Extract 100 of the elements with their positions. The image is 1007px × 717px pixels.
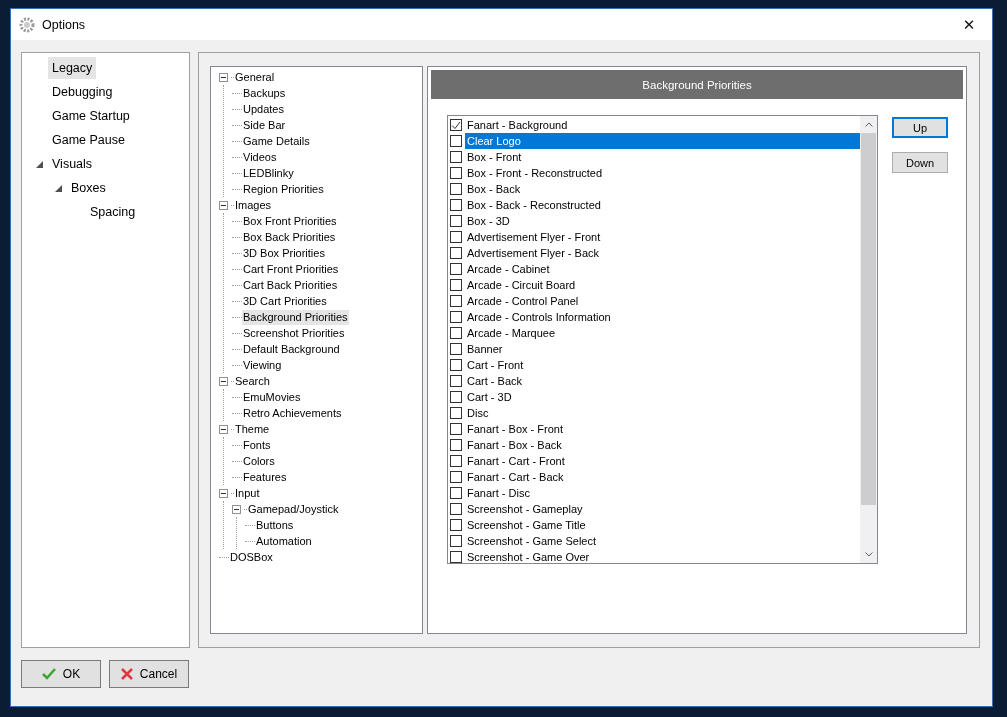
tree-item[interactable]: Fonts — [242, 437, 272, 453]
checkbox[interactable] — [450, 407, 462, 419]
collapse-icon[interactable] — [219, 424, 228, 434]
checkbox[interactable] — [450, 167, 462, 179]
tree-item[interactable]: Box Front Priorities — [242, 213, 338, 229]
tree-item[interactable]: Background Priorities — [242, 309, 349, 325]
tree-item[interactable]: Default Background — [242, 341, 341, 357]
checkbox[interactable] — [450, 135, 462, 147]
list-item[interactable]: Fanart - Cart - Back — [465, 469, 860, 485]
nav-item[interactable]: Game Pause — [48, 129, 129, 151]
list-item[interactable]: Screenshot - Game Select — [465, 533, 860, 549]
tree-item[interactable]: Theme — [234, 421, 271, 437]
collapse-icon[interactable] — [219, 200, 228, 210]
list-item[interactable]: Cart - Front — [465, 357, 860, 373]
tree-item[interactable]: Buttons — [255, 517, 295, 533]
checkbox[interactable] — [450, 359, 462, 371]
tree-item[interactable]: Cart Front Priorities — [242, 261, 340, 277]
tree-item[interactable]: Game Details — [242, 133, 311, 149]
list-item[interactable]: Arcade - Controls Information — [465, 309, 860, 325]
list-item[interactable]: Advertisement Flyer - Back — [465, 245, 860, 261]
checkbox[interactable] — [450, 247, 462, 259]
tree-item[interactable]: Automation — [255, 533, 313, 549]
tree-item[interactable]: Side Bar — [242, 117, 287, 133]
expanded-arrow-icon[interactable] — [35, 160, 43, 168]
checkbox[interactable] — [450, 535, 462, 547]
list-item[interactable]: Disc — [465, 405, 860, 421]
collapse-icon[interactable] — [219, 72, 228, 82]
checkbox[interactable] — [450, 311, 462, 323]
checkbox[interactable] — [450, 519, 462, 531]
tree-item[interactable]: LEDBlinky — [242, 165, 295, 181]
list-item[interactable]: Screenshot - Gameplay — [465, 501, 860, 517]
scroll-up-icon[interactable] — [864, 122, 873, 127]
move-button[interactable]: Up — [892, 117, 948, 138]
tree-item[interactable]: Region Priorities — [242, 181, 325, 197]
list-item[interactable]: Cart - Back — [465, 373, 860, 389]
list-item[interactable]: Screenshot - Game Title — [465, 517, 860, 533]
list-item[interactable]: Advertisement Flyer - Front — [465, 229, 860, 245]
tree-item[interactable]: Search — [234, 373, 271, 389]
ok-button[interactable]: OK — [21, 660, 101, 688]
tree-item[interactable]: Retro Achievements — [242, 405, 343, 421]
list-item[interactable]: Fanart - Box - Front — [465, 421, 860, 437]
tree-item[interactable]: EmuMovies — [242, 389, 302, 405]
list-item[interactable]: Screenshot - Game Over — [465, 549, 860, 565]
move-button[interactable]: Down — [892, 152, 948, 173]
tree-item[interactable]: Box Back Priorities — [242, 229, 337, 245]
tree-item[interactable]: Screenshot Priorities — [242, 325, 346, 341]
expanded-arrow-icon[interactable] — [54, 184, 62, 192]
checkbox[interactable] — [450, 263, 462, 275]
checkbox[interactable] — [450, 551, 462, 563]
tree-item[interactable]: General — [234, 69, 276, 85]
tree-item[interactable]: 3D Box Priorities — [242, 245, 326, 261]
list-item[interactable]: Arcade - Marquee — [465, 325, 860, 341]
list-item[interactable]: Fanart - Background — [465, 117, 860, 133]
nav-item[interactable]: Game Startup — [48, 105, 134, 127]
tree-item[interactable]: Input — [234, 485, 261, 501]
list-item[interactable]: Box - Front — [465, 149, 860, 165]
checkbox[interactable] — [450, 119, 462, 131]
scroll-thumb[interactable] — [861, 133, 876, 505]
checkbox[interactable] — [450, 391, 462, 403]
nav-item[interactable]: Debugging — [48, 81, 117, 103]
scrollbar[interactable] — [860, 116, 877, 563]
tree-item[interactable]: Cart Back Priorities — [242, 277, 339, 293]
nav-item[interactable]: Boxes — [67, 177, 110, 199]
list-item[interactable]: Cart - 3D — [465, 389, 860, 405]
tree-item[interactable]: Viewing — [242, 357, 283, 373]
tree-item[interactable]: Colors — [242, 453, 276, 469]
checkbox[interactable] — [450, 295, 462, 307]
checkbox[interactable] — [450, 279, 462, 291]
nav-item[interactable]: Visuals — [48, 153, 97, 175]
tree-item[interactable]: Updates — [242, 101, 285, 117]
checkbox[interactable] — [450, 343, 462, 355]
collapse-icon[interactable] — [219, 488, 228, 498]
list-item[interactable]: Arcade - Circuit Board — [465, 277, 860, 293]
list-item[interactable]: Box - 3D — [465, 213, 860, 229]
list-item[interactable]: Fanart - Disc — [465, 485, 860, 501]
tree-item[interactable]: Features — [242, 469, 288, 485]
tree-item[interactable]: Images — [234, 197, 273, 213]
list-item[interactable]: Box - Front - Reconstructed — [465, 165, 860, 181]
checkbox[interactable] — [450, 423, 462, 435]
scroll-down-icon[interactable] — [864, 552, 873, 557]
nav-item[interactable]: Legacy — [48, 57, 97, 79]
close-button[interactable]: ✕ — [946, 9, 992, 40]
list-item[interactable]: Banner — [465, 341, 860, 357]
checkbox[interactable] — [450, 375, 462, 387]
list-item[interactable]: Arcade - Cabinet — [465, 261, 860, 277]
checkbox[interactable] — [450, 183, 462, 195]
tree-item[interactable]: 3D Cart Priorities — [242, 293, 328, 309]
list-item[interactable]: Clear Logo — [465, 133, 860, 149]
checkbox[interactable] — [450, 231, 462, 243]
collapse-icon[interactable] — [219, 376, 228, 386]
list-item[interactable]: Arcade - Control Panel — [465, 293, 860, 309]
cancel-button[interactable]: Cancel — [109, 660, 189, 688]
tree-item[interactable]: Videos — [242, 149, 278, 165]
tree-item[interactable]: Gamepad/Joystick — [247, 501, 340, 517]
list-item[interactable]: Box - Back - Reconstructed — [465, 197, 860, 213]
checkbox[interactable] — [450, 439, 462, 451]
checkbox[interactable] — [450, 199, 462, 211]
collapse-icon[interactable] — [232, 504, 241, 514]
list-item[interactable]: Fanart - Box - Back — [465, 437, 860, 453]
checkbox[interactable] — [450, 503, 462, 515]
